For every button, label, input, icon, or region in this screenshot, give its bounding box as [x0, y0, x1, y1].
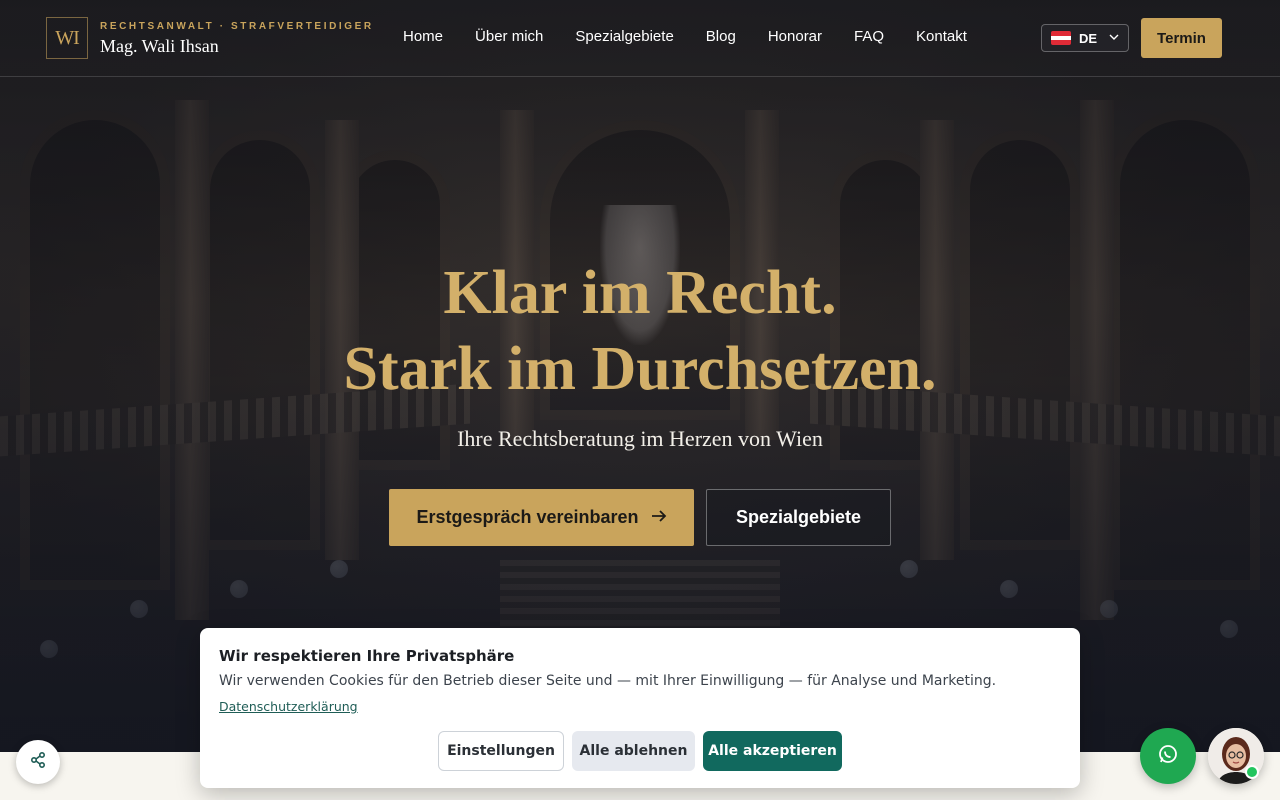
- nav-honorar[interactable]: Honorar: [768, 28, 822, 45]
- language-code: DE: [1079, 30, 1098, 46]
- cookie-banner: Wir respektieren Ihre Privatsphäre Wir v…: [200, 628, 1080, 788]
- nav-faq[interactable]: FAQ: [854, 28, 884, 45]
- hero-subtitle: Ihre Rechtsberatung im Herzen von Wien: [457, 426, 823, 451]
- austria-flag-icon: [1051, 31, 1071, 45]
- share-icon: [29, 751, 47, 774]
- language-selector[interactable]: DE: [1041, 24, 1129, 52]
- nav-spezialgebiete[interactable]: Spezialgebiete: [575, 28, 673, 45]
- spezialgebiete-button[interactable]: Spezialgebiete: [706, 489, 891, 546]
- whatsapp-button[interactable]: [1140, 728, 1196, 784]
- cookie-actions: Einstellungen Alle ablehnen Alle akzepti…: [438, 731, 842, 771]
- main-nav: Home Über mich Spezialgebiete Blog Honor…: [403, 28, 999, 45]
- nav-kontakt[interactable]: Kontakt: [916, 28, 967, 45]
- share-button[interactable]: [16, 740, 60, 784]
- nav-blog[interactable]: Blog: [706, 28, 736, 45]
- brand-name[interactable]: Mag. Wali Ihsan: [100, 36, 219, 57]
- nav-ueber-mich[interactable]: Über mich: [475, 28, 543, 45]
- erstgespraech-button[interactable]: Erstgespräch vereinbaren: [389, 489, 694, 546]
- cookie-accept-button[interactable]: Alle akzeptieren: [703, 731, 842, 771]
- chevron-down-icon: [1109, 33, 1119, 44]
- online-status-indicator: [1245, 765, 1259, 779]
- hero-title: Klar im Recht. Stark im Durchsetzen.: [0, 255, 1280, 407]
- logo-monogram[interactable]: WI: [46, 17, 88, 59]
- hero-title-line1: Klar im Recht.: [443, 259, 837, 327]
- cookie-text: Wir verwenden Cookies für den Betrieb di…: [219, 673, 997, 689]
- termin-button[interactable]: Termin: [1141, 18, 1222, 58]
- site-header: WI Rechtsanwalt · Strafverteidiger Mag. …: [0, 0, 1280, 77]
- privacy-policy-link[interactable]: Datenschutzerklärung: [219, 699, 358, 714]
- cookie-settings-button[interactable]: Einstellungen: [438, 731, 564, 771]
- whatsapp-icon: [1157, 743, 1179, 770]
- hero-title-line2: Stark im Durchsetzen.: [343, 335, 937, 403]
- brand-kicker: Rechtsanwalt · Strafverteidiger: [100, 21, 374, 32]
- cookie-reject-button[interactable]: Alle ablehnen: [572, 731, 695, 771]
- cookie-title: Wir respektieren Ihre Privatsphäre: [219, 647, 515, 665]
- arrow-right-icon: [651, 507, 667, 528]
- nav-home[interactable]: Home: [403, 28, 443, 45]
- erstgespraech-label: Erstgespräch vereinbaren: [416, 507, 639, 527]
